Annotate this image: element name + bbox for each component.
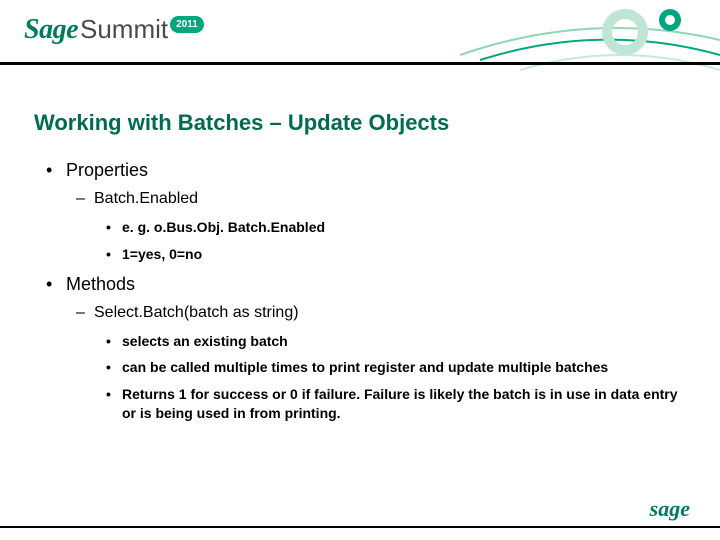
list-text: can be called multiple times to print re… bbox=[122, 358, 680, 377]
list-item: e. g. o.Bus.Obj. Batch.Enabled bbox=[106, 218, 680, 237]
slide-title: Working with Batches – Update Objects bbox=[34, 110, 449, 136]
header-divider bbox=[0, 62, 720, 65]
list-text: Methods bbox=[66, 274, 135, 294]
logo-year-badge: 2011 bbox=[170, 16, 204, 33]
list-text: Properties bbox=[66, 160, 148, 180]
list-item: Returns 1 for success or 0 if failure. F… bbox=[106, 385, 680, 423]
list-item: Batch.Enabled e. g. o.Bus.Obj. Batch.Ena… bbox=[76, 188, 680, 263]
slide-body: Properties Batch.Enabled e. g. o.Bus.Obj… bbox=[40, 150, 680, 431]
list-text: Batch.Enabled bbox=[94, 190, 198, 207]
list-text: Returns 1 for success or 0 if failure. F… bbox=[122, 385, 680, 423]
footer-logo: sage bbox=[650, 496, 690, 522]
list-item: can be called multiple times to print re… bbox=[106, 358, 680, 377]
summit-logo: SageSummit2011 bbox=[24, 14, 204, 46]
list-item: Properties Batch.Enabled e. g. o.Bus.Obj… bbox=[46, 158, 680, 264]
slide-header: SageSummit2011 bbox=[0, 0, 720, 80]
list-text: Select.Batch(batch as string) bbox=[94, 304, 299, 321]
list-text: e. g. o.Bus.Obj. Batch.Enabled bbox=[122, 218, 680, 237]
list-text: 1=yes, 0=no bbox=[122, 245, 680, 264]
list-item: Select.Batch(batch as string) selects an… bbox=[76, 302, 680, 423]
footer-divider bbox=[0, 526, 720, 528]
logo-brand: Sage bbox=[24, 14, 78, 45]
header-swoosh-graphic bbox=[460, 0, 720, 80]
logo-event: Summit bbox=[80, 14, 168, 44]
list-text: selects an existing batch bbox=[122, 332, 680, 351]
list-item: 1=yes, 0=no bbox=[106, 245, 680, 264]
list-item: selects an existing batch bbox=[106, 332, 680, 351]
list-item: Methods Select.Batch(batch as string) se… bbox=[46, 272, 680, 423]
